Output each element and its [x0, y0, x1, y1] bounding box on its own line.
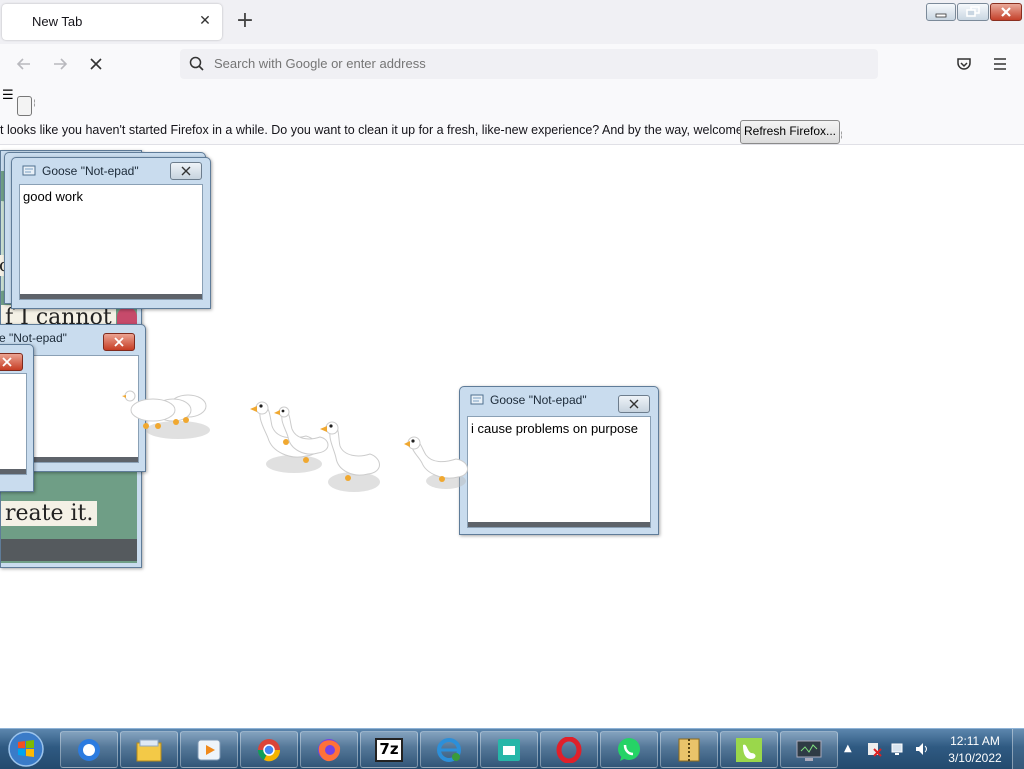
start-button-icon[interactable]: [4, 730, 48, 768]
close-icon: [181, 166, 191, 176]
taskbar: 7z ▲ 12:11 AM 3/10/2022: [0, 728, 1024, 769]
taskbar-firefox[interactable]: [300, 731, 358, 768]
taskbar-chrome-remote[interactable]: [60, 731, 118, 768]
goose-notepad-window[interactable]: Goose "Not-epad" i cause problems on pur…: [459, 386, 659, 535]
stop-loading-icon[interactable]: [86, 54, 106, 74]
notification-bar: ☰ ¦ t looks like you haven't started Fir…: [0, 84, 1024, 144]
address-bar[interactable]: [180, 49, 878, 79]
tab-close-icon[interactable]: ✕: [196, 12, 214, 30]
notepad-text-area[interactable]: good work: [19, 184, 203, 300]
taskbar-image-viewer[interactable]: [480, 731, 538, 768]
show-desktop-button[interactable]: [1012, 729, 1024, 769]
goose-notepad-window[interactable]: Goose "Not-epad" good work: [11, 157, 211, 309]
pocket-icon[interactable]: [954, 54, 974, 74]
taskbar-opera[interactable]: [540, 731, 598, 768]
address-input[interactable]: [214, 56, 814, 71]
firefox-icon: [318, 739, 341, 762]
refresh-notice-text: t looks like you haven't started Firefox…: [0, 123, 777, 137]
volume-icon[interactable]: [914, 741, 930, 757]
taskbar-media-player[interactable]: [180, 731, 238, 768]
close-window-button[interactable]: [990, 3, 1022, 21]
clock-date[interactable]: 3/10/2022: [944, 751, 1006, 765]
scrollbar[interactable]: [468, 522, 650, 527]
goose-icon[interactable]: [320, 418, 390, 498]
minimize-icon: [935, 13, 947, 18]
tab-title: New Tab: [32, 14, 83, 29]
window-title: Goose "Not-epad": [42, 164, 139, 178]
scrollbar[interactable]: [0, 469, 26, 474]
content-divider: [0, 144, 1024, 145]
close-icon: [629, 399, 639, 409]
clock-time[interactable]: 12:11 AM: [944, 734, 1006, 748]
7zip-label: 7z: [379, 740, 399, 758]
minimize-button[interactable]: [926, 3, 956, 21]
tab-new-tab[interactable]: New Tab ✕: [2, 4, 222, 40]
window-close-button[interactable]: [0, 353, 23, 371]
notepad-text-area[interactable]: i cause problems on purpose: [467, 416, 651, 528]
taskbar-file-explorer[interactable]: [120, 731, 178, 768]
restore-button[interactable]: [957, 3, 989, 21]
search-icon: [189, 56, 204, 71]
notepad-icon: [22, 165, 36, 176]
notepad-text: i cause problems on purpose: [471, 421, 638, 436]
window-close-button[interactable]: [103, 333, 135, 351]
taskbar-7zip[interactable]: 7z: [360, 731, 418, 768]
goose-icon[interactable]: [404, 433, 476, 493]
menu-hamburger-icon[interactable]: [990, 54, 1010, 74]
window-title: Goose "Not-epad": [490, 393, 587, 407]
bookmarks-menu-icon[interactable]: ☰: [2, 88, 14, 103]
goose-icon: [736, 738, 762, 762]
new-tab-plus-icon[interactable]: +: [234, 10, 256, 32]
scrollbar[interactable]: [20, 294, 202, 299]
network-icon[interactable]: [890, 741, 906, 757]
archive-icon: [678, 738, 700, 762]
close-icon: [1001, 7, 1011, 17]
file-explorer-icon: [136, 739, 162, 762]
bookmark-item-mark: ¦: [33, 98, 36, 107]
art-footer-bar: [1, 539, 137, 561]
bookmark-item-icon[interactable]: [17, 96, 32, 116]
chrome-remote-icon: [78, 739, 100, 761]
taskbar-internet-explorer[interactable]: [420, 731, 478, 768]
goose-flock-icon[interactable]: [118, 386, 213, 441]
opera-icon: [556, 737, 582, 763]
notepad-icon: [470, 394, 484, 405]
restore-icon: [966, 6, 980, 17]
notepad-text: good work: [23, 189, 83, 204]
whatsapp-icon: [618, 738, 640, 761]
internet-explorer-icon: [437, 738, 461, 762]
tray-expand-icon[interactable]: ▲: [844, 743, 852, 754]
taskbar-whatsapp[interactable]: [600, 731, 658, 768]
tab-strip: New Tab ✕ +: [0, 0, 1024, 44]
desktop-goose-monitor-icon: [796, 740, 822, 761]
image-viewer-icon: [498, 739, 520, 761]
close-icon: [114, 337, 124, 347]
goose-notepad-window[interactable]: [0, 344, 34, 492]
chrome-icon: [257, 739, 281, 762]
forward-arrow-icon[interactable]: [50, 54, 70, 74]
taskbar-desktop-goose-monitor[interactable]: [780, 731, 838, 768]
media-player-icon: [197, 739, 221, 761]
close-icon: [2, 357, 12, 367]
window-title: e "Not-epad": [0, 331, 67, 345]
taskbar-goose[interactable]: [720, 731, 778, 768]
notepad-text-area[interactable]: [0, 373, 27, 475]
back-arrow-icon[interactable]: [14, 54, 34, 74]
refresh-firefox-button[interactable]: Refresh Firefox...: [740, 120, 840, 144]
window-close-button[interactable]: [170, 162, 202, 180]
action-center-icon[interactable]: [866, 741, 882, 757]
taskbar-archive[interactable]: [660, 731, 718, 768]
notice-dismiss-mark: ¦: [840, 130, 843, 139]
window-close-button[interactable]: [618, 395, 650, 413]
taskbar-chrome[interactable]: [240, 731, 298, 768]
art-text-bottom: reate it.: [1, 501, 98, 526]
